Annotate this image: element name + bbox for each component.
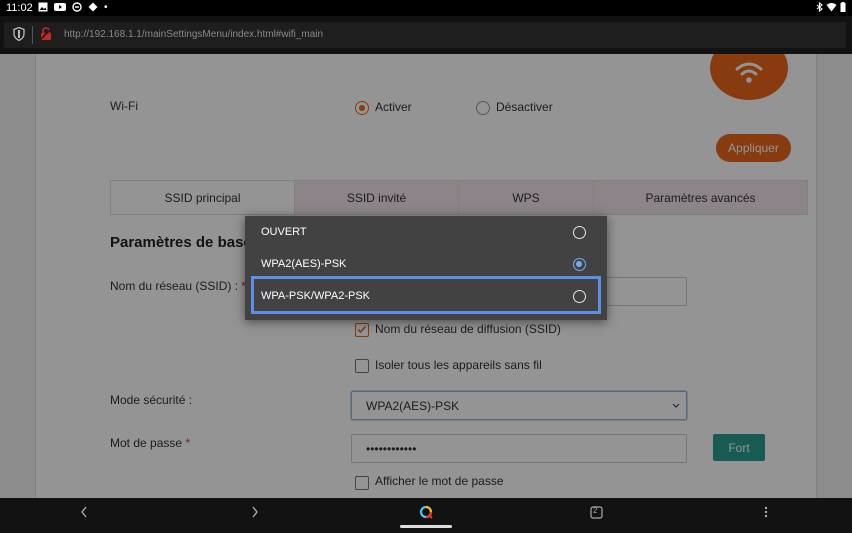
browser-address-bar: http://192.168.1.1/mainSettingsMenu/inde… xyxy=(0,16,852,54)
tabs-count: 2 xyxy=(593,506,598,515)
dropdown-option-ouvert[interactable]: OUVERT xyxy=(245,216,607,248)
battery-icon xyxy=(840,2,846,12)
notification-icons: • xyxy=(38,2,108,13)
shield-icon[interactable] xyxy=(13,27,25,41)
url-text[interactable]: http://192.168.1.1/mainSettingsMenu/inde… xyxy=(64,29,323,40)
status-bar: 11:02 • xyxy=(0,0,852,16)
forward-button[interactable] xyxy=(241,502,269,522)
home-indicator[interactable] xyxy=(400,525,452,528)
dropdown-option-label: OUVERT xyxy=(261,226,307,238)
bluetooth-icon xyxy=(816,2,823,12)
browser-logo-icon xyxy=(419,505,433,519)
more-vertical-icon xyxy=(764,506,768,518)
clock: 11:02 xyxy=(6,2,33,14)
insecure-lock-icon[interactable] xyxy=(39,27,53,41)
tag-icon xyxy=(88,2,98,12)
chevron-left-icon xyxy=(81,506,87,518)
link-icon xyxy=(72,2,82,12)
wifi-icon xyxy=(826,3,837,12)
dropdown-option-label: WPA2(AES)-PSK xyxy=(261,258,347,270)
navigation-bar: 2 xyxy=(0,498,852,533)
dropdown-focus-ring xyxy=(251,276,601,314)
more-notifications-dot: • xyxy=(104,2,108,13)
menu-button[interactable] xyxy=(752,502,780,522)
dropdown-option-radio[interactable] xyxy=(573,225,586,239)
youtube-icon xyxy=(54,3,66,11)
tabs-button[interactable]: 2 xyxy=(582,502,610,522)
dropdown-option-radio[interactable] xyxy=(573,257,586,271)
system-icons xyxy=(816,2,846,12)
browser-home-button[interactable] xyxy=(412,502,440,522)
image-icon xyxy=(38,2,48,12)
back-button[interactable] xyxy=(70,502,98,522)
chevron-right-icon xyxy=(252,506,258,518)
address-separator xyxy=(32,26,33,44)
